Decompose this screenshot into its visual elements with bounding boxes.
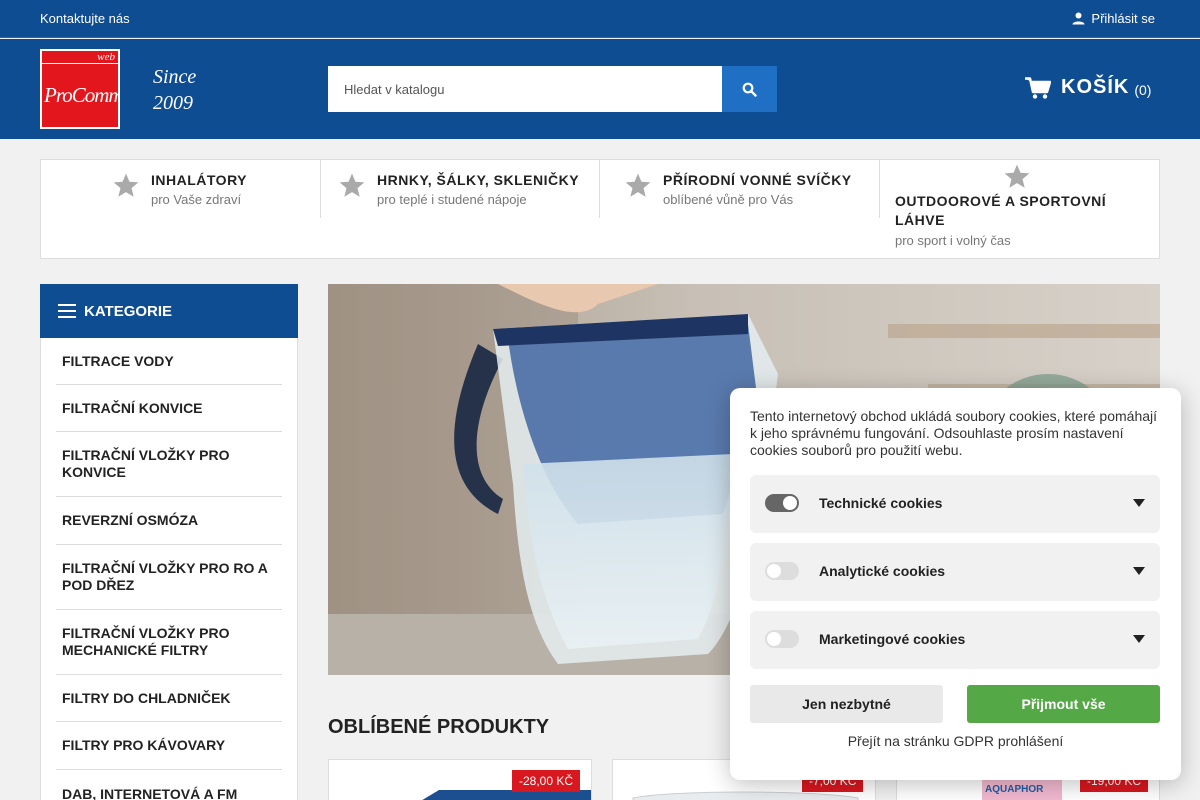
sidebar-item-fridge-filters[interactable]: FILTRY DO CHLADNIČEK (56, 675, 282, 722)
sidebar-item-mechanical-cartridges[interactable]: FILTRAČNÍ VLOŽKY PRO MECHANICKÉ FILTRY (56, 610, 282, 675)
search-button[interactable] (722, 66, 777, 112)
site-logo[interactable]: web ProComm (40, 49, 120, 129)
promo-item-candles[interactable]: PŘÍRODNÍ VONNÉ SVÍČKY oblíbené vůně pro … (600, 160, 880, 218)
promo-item-mugs[interactable]: HRNKY, ŠÁLKY, SKLENIČKY pro teplé i stud… (321, 160, 600, 218)
promo-strip: INHALÁTORY pro Vaše zdraví HRNKY, ŠÁLKY,… (40, 159, 1160, 259)
chevron-down-icon[interactable] (1133, 567, 1145, 575)
sidebar-header[interactable]: KATEGORIE (40, 284, 298, 338)
promo-item-bottles[interactable]: OUTDOOROVÉ A SPORTOVNÍ LÁHVE pro sport i… (880, 160, 1159, 258)
cookie-row-label: Technické cookies (819, 495, 943, 511)
cookie-intro-text: Tento internetový obchod ukládá soubory … (750, 408, 1158, 458)
since-tagline: Since 2009 (153, 64, 196, 116)
promo-subtitle: pro teplé i studené nápoje (377, 192, 527, 207)
sidebar-item-dab-fm[interactable]: DAB, INTERNETOVÁ A FM (56, 770, 282, 800)
since-year: 2009 (153, 92, 193, 114)
toggle-marketing[interactable] (765, 630, 799, 648)
promo-title-line1: OUTDOOROVÉ A SPORTOVNÍ (895, 193, 1107, 209)
cart-label: KOŠÍK (1061, 76, 1130, 98)
cookie-row-label: Marketingové cookies (819, 631, 966, 647)
search-input[interactable] (328, 66, 722, 112)
product-card[interactable]: bi-flux -28,00 KČ (328, 759, 592, 800)
sidebar-item-coffee-filters[interactable]: FILTRY PRO KÁVOVARY (56, 722, 282, 770)
logo-divider (42, 63, 118, 64)
since-word: Since (153, 66, 197, 88)
star-icon (339, 173, 365, 197)
sidebar-item-filter-pitchers[interactable]: FILTRAČNÍ KONVICE (56, 385, 282, 432)
login-link[interactable]: Přihlásit se (1072, 11, 1155, 26)
chevron-down-icon[interactable] (1133, 499, 1145, 507)
top-bar: Kontaktujte nás Přihlásit se (0, 0, 1200, 38)
user-icon (1072, 12, 1085, 25)
cookie-consent-panel: Tento internetový obchod ukládá soubory … (730, 388, 1181, 780)
logo-web-text: web (97, 51, 115, 63)
sidebar-item-ro-cartridges[interactable]: FILTRAČNÍ VLOŽKY PRO RO A POD DŘEZ (56, 545, 282, 610)
cookie-row-label: Analytické cookies (819, 563, 946, 579)
necessary-only-button[interactable]: Jen nezbytné (750, 685, 943, 723)
sidebar-item-water-filtration[interactable]: FILTRACE VODY (56, 338, 282, 385)
search-icon (742, 82, 757, 97)
promo-title-line2: LÁHVE (895, 212, 945, 228)
sidebar-heading: KATEGORIE (84, 302, 173, 320)
promo-subtitle: pro sport i volný čas (895, 233, 1011, 248)
star-icon (1004, 164, 1030, 188)
star-icon (625, 173, 651, 197)
category-list: FILTRACE VODY FILTRAČNÍ KONVICE FILTRAČN… (41, 338, 297, 800)
favorites-title: OBLÍBENÉ PRODUKTY (328, 716, 550, 738)
category-sidebar: KATEGORIE FILTRACE VODY FILTRAČNÍ KONVIC… (40, 284, 298, 800)
discount-badge: -28,00 KČ (512, 770, 581, 792)
sidebar-item-pitcher-cartridges[interactable]: FILTRAČNÍ VLOŽKY PRO KONVICE (56, 432, 282, 497)
menu-icon (58, 304, 76, 318)
promo-subtitle: oblíbené vůně pro Vás (663, 192, 794, 207)
sidebar-item-reverse-osmosis[interactable]: REVERZNÍ OSMÓZA (56, 497, 282, 545)
chevron-down-icon[interactable] (1133, 635, 1145, 643)
cart-button[interactable]: KOŠÍK (0) (1025, 76, 1151, 99)
promo-subtitle: pro Vaše zdraví (151, 192, 242, 207)
logo-name: ProComm (44, 83, 120, 107)
cart-icon (1025, 76, 1051, 99)
promo-title: PŘÍRODNÍ VONNÉ SVÍČKY (663, 172, 852, 188)
product-brand: AQUAPHOR (985, 784, 1044, 795)
gdpr-link[interactable]: Přejít na stránku GDPR prohlášení (730, 733, 1181, 749)
cookie-row-analytics[interactable]: Analytické cookies (750, 543, 1160, 601)
cart-count: (0) (1134, 81, 1152, 98)
header: web ProComm Since 2009 KOŠÍK (0) (0, 39, 1200, 139)
contact-link[interactable]: Kontaktujte nás (40, 11, 130, 26)
cookie-row-technical[interactable]: Technické cookies (750, 475, 1160, 533)
toggle-analytics[interactable] (765, 562, 799, 580)
star-icon (113, 173, 139, 197)
promo-title: INHALÁTORY (151, 172, 247, 188)
cookie-row-marketing[interactable]: Marketingové cookies (750, 611, 1160, 669)
toggle-technical[interactable] (765, 494, 799, 512)
accept-all-button[interactable]: Přijmout vše (967, 685, 1160, 723)
promo-item-inhalers[interactable]: INHALÁTORY pro Vaše zdraví (41, 160, 321, 218)
login-label: Přihlásit se (1091, 11, 1155, 26)
promo-title: HRNKY, ŠÁLKY, SKLENIČKY (377, 172, 580, 188)
